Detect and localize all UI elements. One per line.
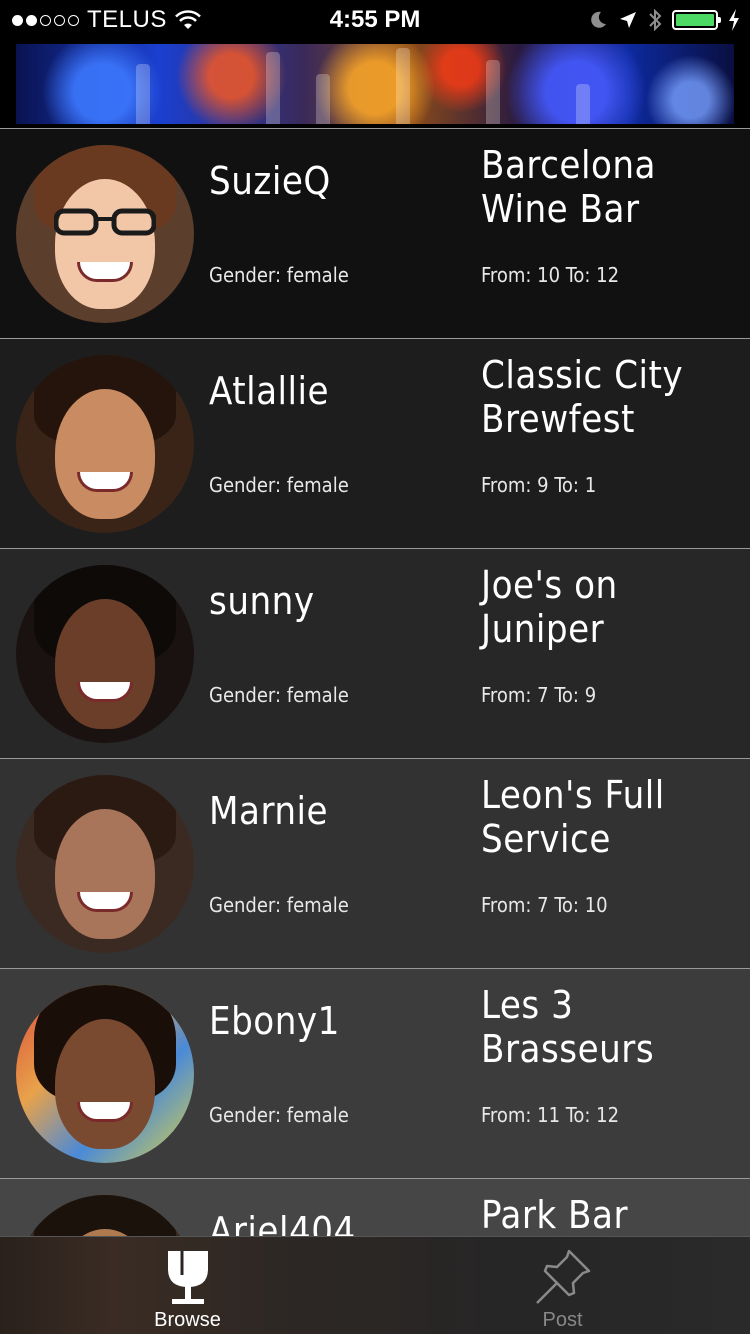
user-gender: Gender: female <box>209 263 349 287</box>
wine-glass-icon <box>167 1251 208 1304</box>
list-item[interactable]: Ebony1 Gender: female Les 3 Brasseurs Fr… <box>0 968 750 1178</box>
battery-icon <box>672 10 721 30</box>
avatar <box>16 355 194 533</box>
user-gender: Gender: female <box>209 1103 349 1127</box>
avatar <box>16 775 194 953</box>
venue-hours: From: 11 To: 12 <box>481 1103 620 1127</box>
pushpin-icon <box>535 1249 590 1304</box>
user-gender: Gender: female <box>209 893 349 917</box>
user-name: Marnie <box>209 789 329 833</box>
bar-banner-image <box>16 44 734 124</box>
bluetooth-icon <box>649 8 662 32</box>
user-gender: Gender: female <box>209 683 349 707</box>
moon-icon <box>591 11 606 28</box>
user-name: Ebony1 <box>209 999 340 1043</box>
venue-name: Les 3 Brasseurs <box>481 983 655 1071</box>
user-name: sunny <box>209 579 315 623</box>
list-item[interactable]: Ariel404 Park Bar <box>0 1178 750 1236</box>
tab-browse[interactable]: Browse <box>0 1237 375 1334</box>
browse-list[interactable]: SuzieQ Gender: female Barcelona Wine Bar… <box>0 128 750 1236</box>
venue-hours: From: 7 To: 10 <box>481 893 608 917</box>
user-name: Ariel404 <box>209 1209 356 1236</box>
list-item[interactable]: SuzieQ Gender: female Barcelona Wine Bar… <box>0 128 750 338</box>
tab-post-label: Post <box>542 1309 583 1331</box>
venue-name: Joe's on Juniper <box>481 563 618 651</box>
status-bar: TELUS 4:55 PM <box>0 0 750 40</box>
user-name: SuzieQ <box>209 159 331 203</box>
tab-browse-label: Browse <box>154 1309 221 1331</box>
list-item[interactable]: Marnie Gender: female Leon's Full Servic… <box>0 758 750 968</box>
status-bar-right <box>588 6 740 34</box>
avatar <box>16 1195 194 1236</box>
glasses-icon <box>54 208 156 236</box>
tab-bar: Browse Post <box>0 1236 750 1334</box>
avatar <box>16 145 194 323</box>
user-gender: Gender: female <box>209 473 349 497</box>
tab-post[interactable]: Post <box>375 1237 750 1334</box>
venue-hours: From: 10 To: 12 <box>481 263 620 287</box>
venue-hours: From: 9 To: 1 <box>481 473 597 497</box>
charging-bolt-icon <box>729 9 739 31</box>
venue-name: Barcelona Wine Bar <box>481 143 656 231</box>
avatar <box>16 565 194 743</box>
location-arrow-icon <box>620 12 636 28</box>
list-item[interactable]: Atlallie Gender: female Classic City Bre… <box>0 338 750 548</box>
venue-hours: From: 7 To: 9 <box>481 683 597 707</box>
avatar <box>16 985 194 1163</box>
user-name: Atlallie <box>209 369 330 413</box>
venue-name: Leon's Full Service <box>481 773 665 861</box>
venue-name: Park Bar <box>481 1193 629 1236</box>
venue-name: Classic City Brewfest <box>481 353 684 441</box>
list-item[interactable]: sunny Gender: female Joe's on Juniper Fr… <box>0 548 750 758</box>
